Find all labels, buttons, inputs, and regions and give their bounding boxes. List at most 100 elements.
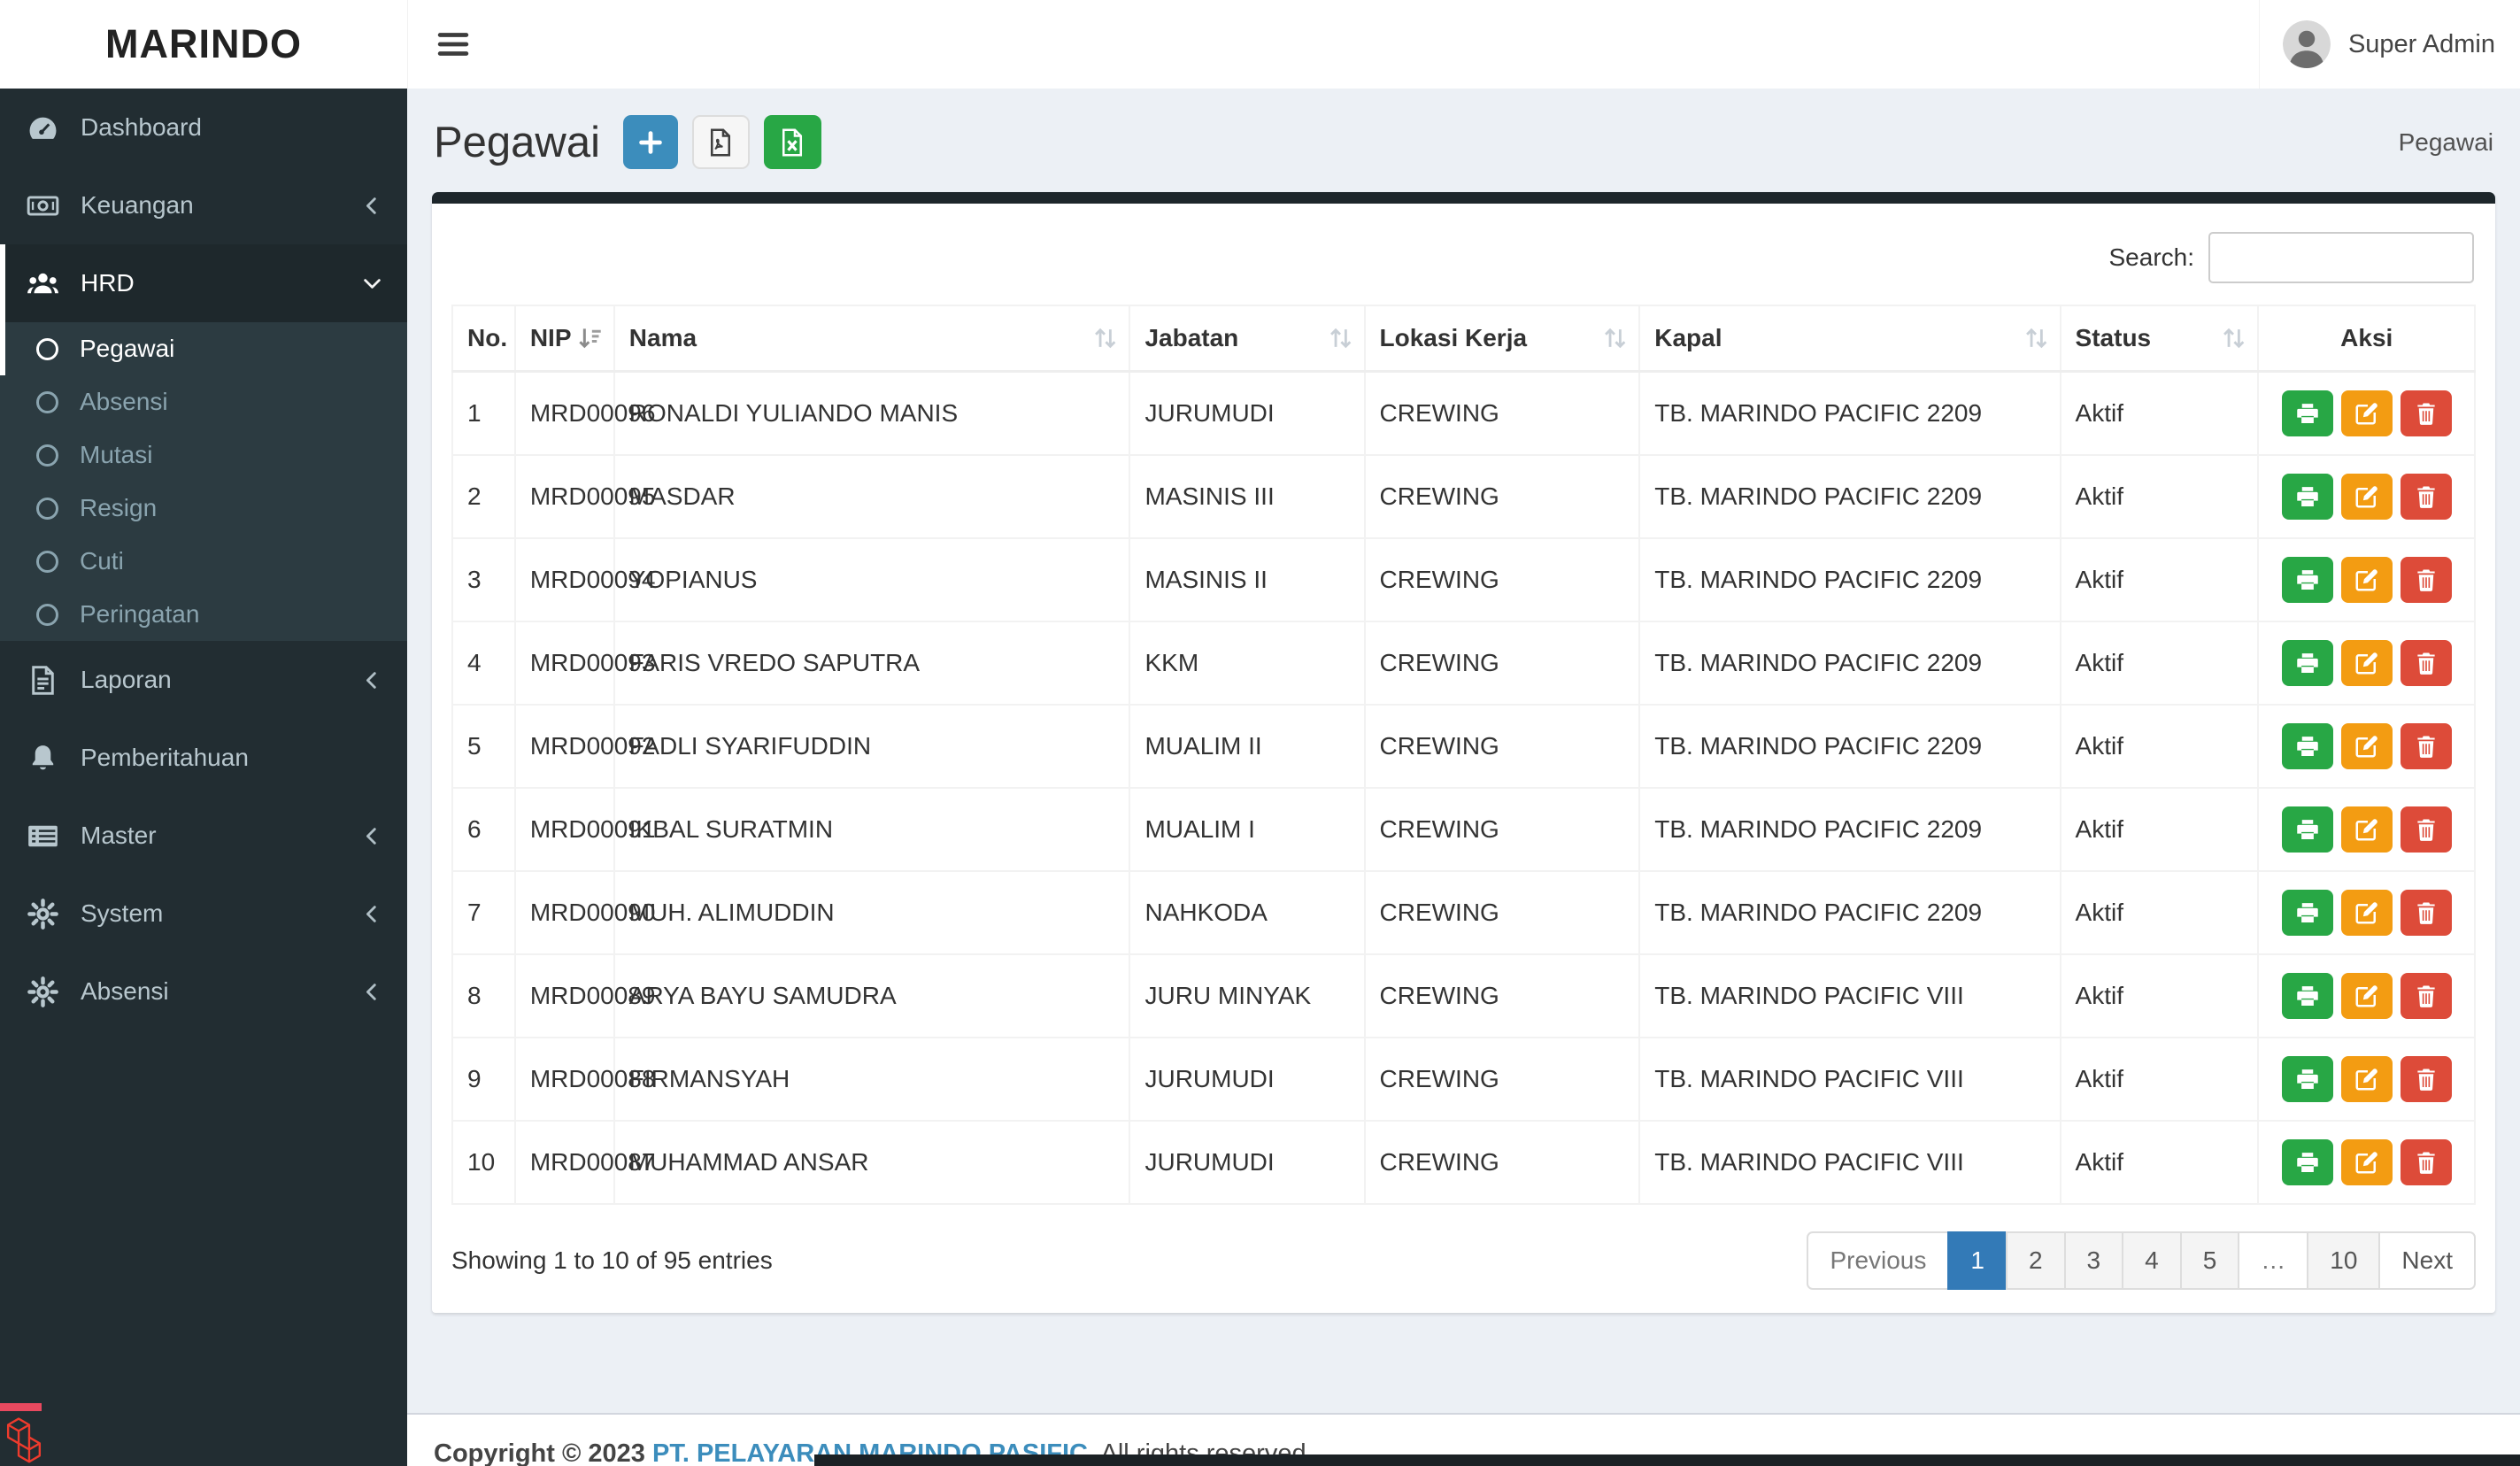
cell-kapal: TB. MARINDO PACIFIC 2209	[1639, 788, 2060, 871]
sort-icon	[1325, 323, 1355, 353]
edit-button[interactable]	[2341, 557, 2393, 603]
delete-button[interactable]	[2401, 723, 2452, 769]
print-icon	[2294, 983, 2321, 1009]
sidebar-item-system: System	[0, 875, 407, 953]
sidebar-link-master[interactable]: Master	[0, 797, 407, 875]
print-button[interactable]	[2282, 1139, 2333, 1185]
sidebar-sublink-cuti[interactable]: Cuti	[0, 535, 407, 588]
sidebar-sublink-absensi[interactable]: Absensi	[0, 375, 407, 428]
column-header-aksi: Aksi	[2258, 305, 2475, 372]
file-pdf-icon	[705, 127, 736, 158]
edit-button[interactable]	[2341, 390, 2393, 436]
delete-button[interactable]	[2401, 1139, 2452, 1185]
print-button[interactable]	[2282, 557, 2333, 603]
delete-button[interactable]	[2401, 474, 2452, 520]
export-excel-button[interactable]	[764, 115, 821, 169]
row-actions	[2273, 1139, 2460, 1185]
column-header-lokasi-kerja[interactable]: Lokasi Kerja	[1365, 305, 1640, 372]
print-button[interactable]	[2282, 806, 2333, 853]
row-actions	[2273, 640, 2460, 686]
page-button-5[interactable]: 5	[2180, 1231, 2240, 1290]
sidebar-sublink-resign[interactable]: Resign	[0, 482, 407, 535]
search-input[interactable]	[2208, 232, 2474, 283]
print-button[interactable]	[2282, 390, 2333, 436]
circle-icon	[36, 444, 58, 467]
page-button-3[interactable]: 3	[2064, 1231, 2124, 1290]
edit-button[interactable]	[2341, 1056, 2393, 1102]
export-pdf-button[interactable]	[692, 115, 750, 169]
user-menu[interactable]: Super Admin	[2259, 0, 2520, 89]
edit-button[interactable]	[2341, 973, 2393, 1019]
delete-button[interactable]	[2401, 973, 2452, 1019]
sidebar-link-absensi[interactable]: Absensi	[0, 953, 407, 1030]
cell-no: 9	[452, 1038, 515, 1121]
sidebar-item-laporan: Laporan	[0, 641, 407, 719]
edit-icon	[2354, 899, 2380, 926]
edit-button[interactable]	[2341, 806, 2393, 853]
file-icon	[27, 664, 59, 697]
print-button[interactable]	[2282, 973, 2333, 1019]
print-button[interactable]	[2282, 723, 2333, 769]
edit-button[interactable]	[2341, 474, 2393, 520]
cell-jabatan: JURUMUDI	[1129, 372, 1364, 456]
sidebar-link-keuangan[interactable]: Keuangan	[0, 166, 407, 244]
row-actions	[2273, 557, 2460, 603]
page-button-next[interactable]: Next	[2378, 1231, 2476, 1290]
sidebar-toggle-icon[interactable]	[435, 26, 472, 63]
file-excel-icon	[776, 127, 808, 158]
print-button[interactable]	[2282, 474, 2333, 520]
debugbar-strip[interactable]	[814, 1454, 2520, 1466]
edit-icon	[2354, 400, 2380, 427]
sidebar-sublink-pegawai[interactable]: Pegawai	[0, 322, 407, 375]
edit-button[interactable]	[2341, 723, 2393, 769]
delete-button[interactable]	[2401, 806, 2452, 853]
main-area: Super Admin Pegawai	[407, 0, 2520, 1466]
sidebar-subitem-label: Pegawai	[80, 335, 174, 363]
delete-button[interactable]	[2401, 890, 2452, 936]
sidebar-link-system[interactable]: System	[0, 875, 407, 953]
column-header-nip[interactable]: NIP	[515, 305, 614, 372]
delete-button[interactable]	[2401, 390, 2452, 436]
page-button-4[interactable]: 4	[2122, 1231, 2182, 1290]
delete-button[interactable]	[2401, 1056, 2452, 1102]
delete-button[interactable]	[2401, 557, 2452, 603]
chevron-left-icon	[360, 194, 384, 218]
sidebar-item-hrd: HRD Pegawai AbsensiMutasiResignCutiPeringa…	[0, 244, 407, 641]
print-button[interactable]	[2282, 890, 2333, 936]
sidebar-link-dashboard[interactable]: Dashboard	[0, 89, 407, 166]
gear-icon	[27, 898, 59, 930]
column-header-jabatan[interactable]: Jabatan	[1129, 305, 1364, 372]
sidebar-link-pemberitahuan[interactable]: Pemberitahuan	[0, 719, 407, 797]
cell-nama: ARYA BAYU SAMUDRA	[614, 954, 1130, 1038]
column-header-kapal[interactable]: Kapal	[1639, 305, 2060, 372]
column-header-nama[interactable]: Nama	[614, 305, 1130, 372]
page-button-2[interactable]: 2	[2006, 1231, 2066, 1290]
edit-button[interactable]	[2341, 890, 2393, 936]
cell-jabatan: JURUMUDI	[1129, 1121, 1364, 1204]
print-button[interactable]	[2282, 640, 2333, 686]
page-button-previous[interactable]: Previous	[1807, 1231, 1949, 1290]
edit-button[interactable]	[2341, 1139, 2393, 1185]
print-button[interactable]	[2282, 1056, 2333, 1102]
circle-icon	[36, 498, 58, 520]
cell-nip: MRD00088	[515, 1038, 614, 1121]
cell-nip: MRD00087	[515, 1121, 614, 1204]
sidebar-sublink-mutasi[interactable]: Mutasi	[0, 428, 407, 482]
edit-icon	[2354, 1149, 2380, 1176]
delete-button[interactable]	[2401, 640, 2452, 686]
pagination: Previous12345…10Next	[1807, 1231, 2476, 1290]
add-button[interactable]	[623, 115, 678, 169]
column-header-status[interactable]: Status	[2061, 305, 2259, 372]
edit-button[interactable]	[2341, 640, 2393, 686]
sidebar-sublink-peringatan[interactable]: Peringatan	[0, 588, 407, 641]
laravel-debugbar-toggle[interactable]	[0, 1403, 42, 1466]
print-icon	[2294, 483, 2321, 510]
page-button-10[interactable]: 10	[2307, 1231, 2380, 1290]
sidebar-link-hrd[interactable]: HRD	[0, 244, 407, 322]
page-button-1[interactable]: 1	[1947, 1231, 2008, 1290]
entries-info: Showing 1 to 10 of 95 entries	[451, 1246, 773, 1275]
column-header-no-: No.	[452, 305, 515, 372]
cell-aksi	[2258, 954, 2475, 1038]
sidebar-link-laporan[interactable]: Laporan	[0, 641, 407, 719]
brand-logo[interactable]: MARINDO	[0, 0, 407, 89]
